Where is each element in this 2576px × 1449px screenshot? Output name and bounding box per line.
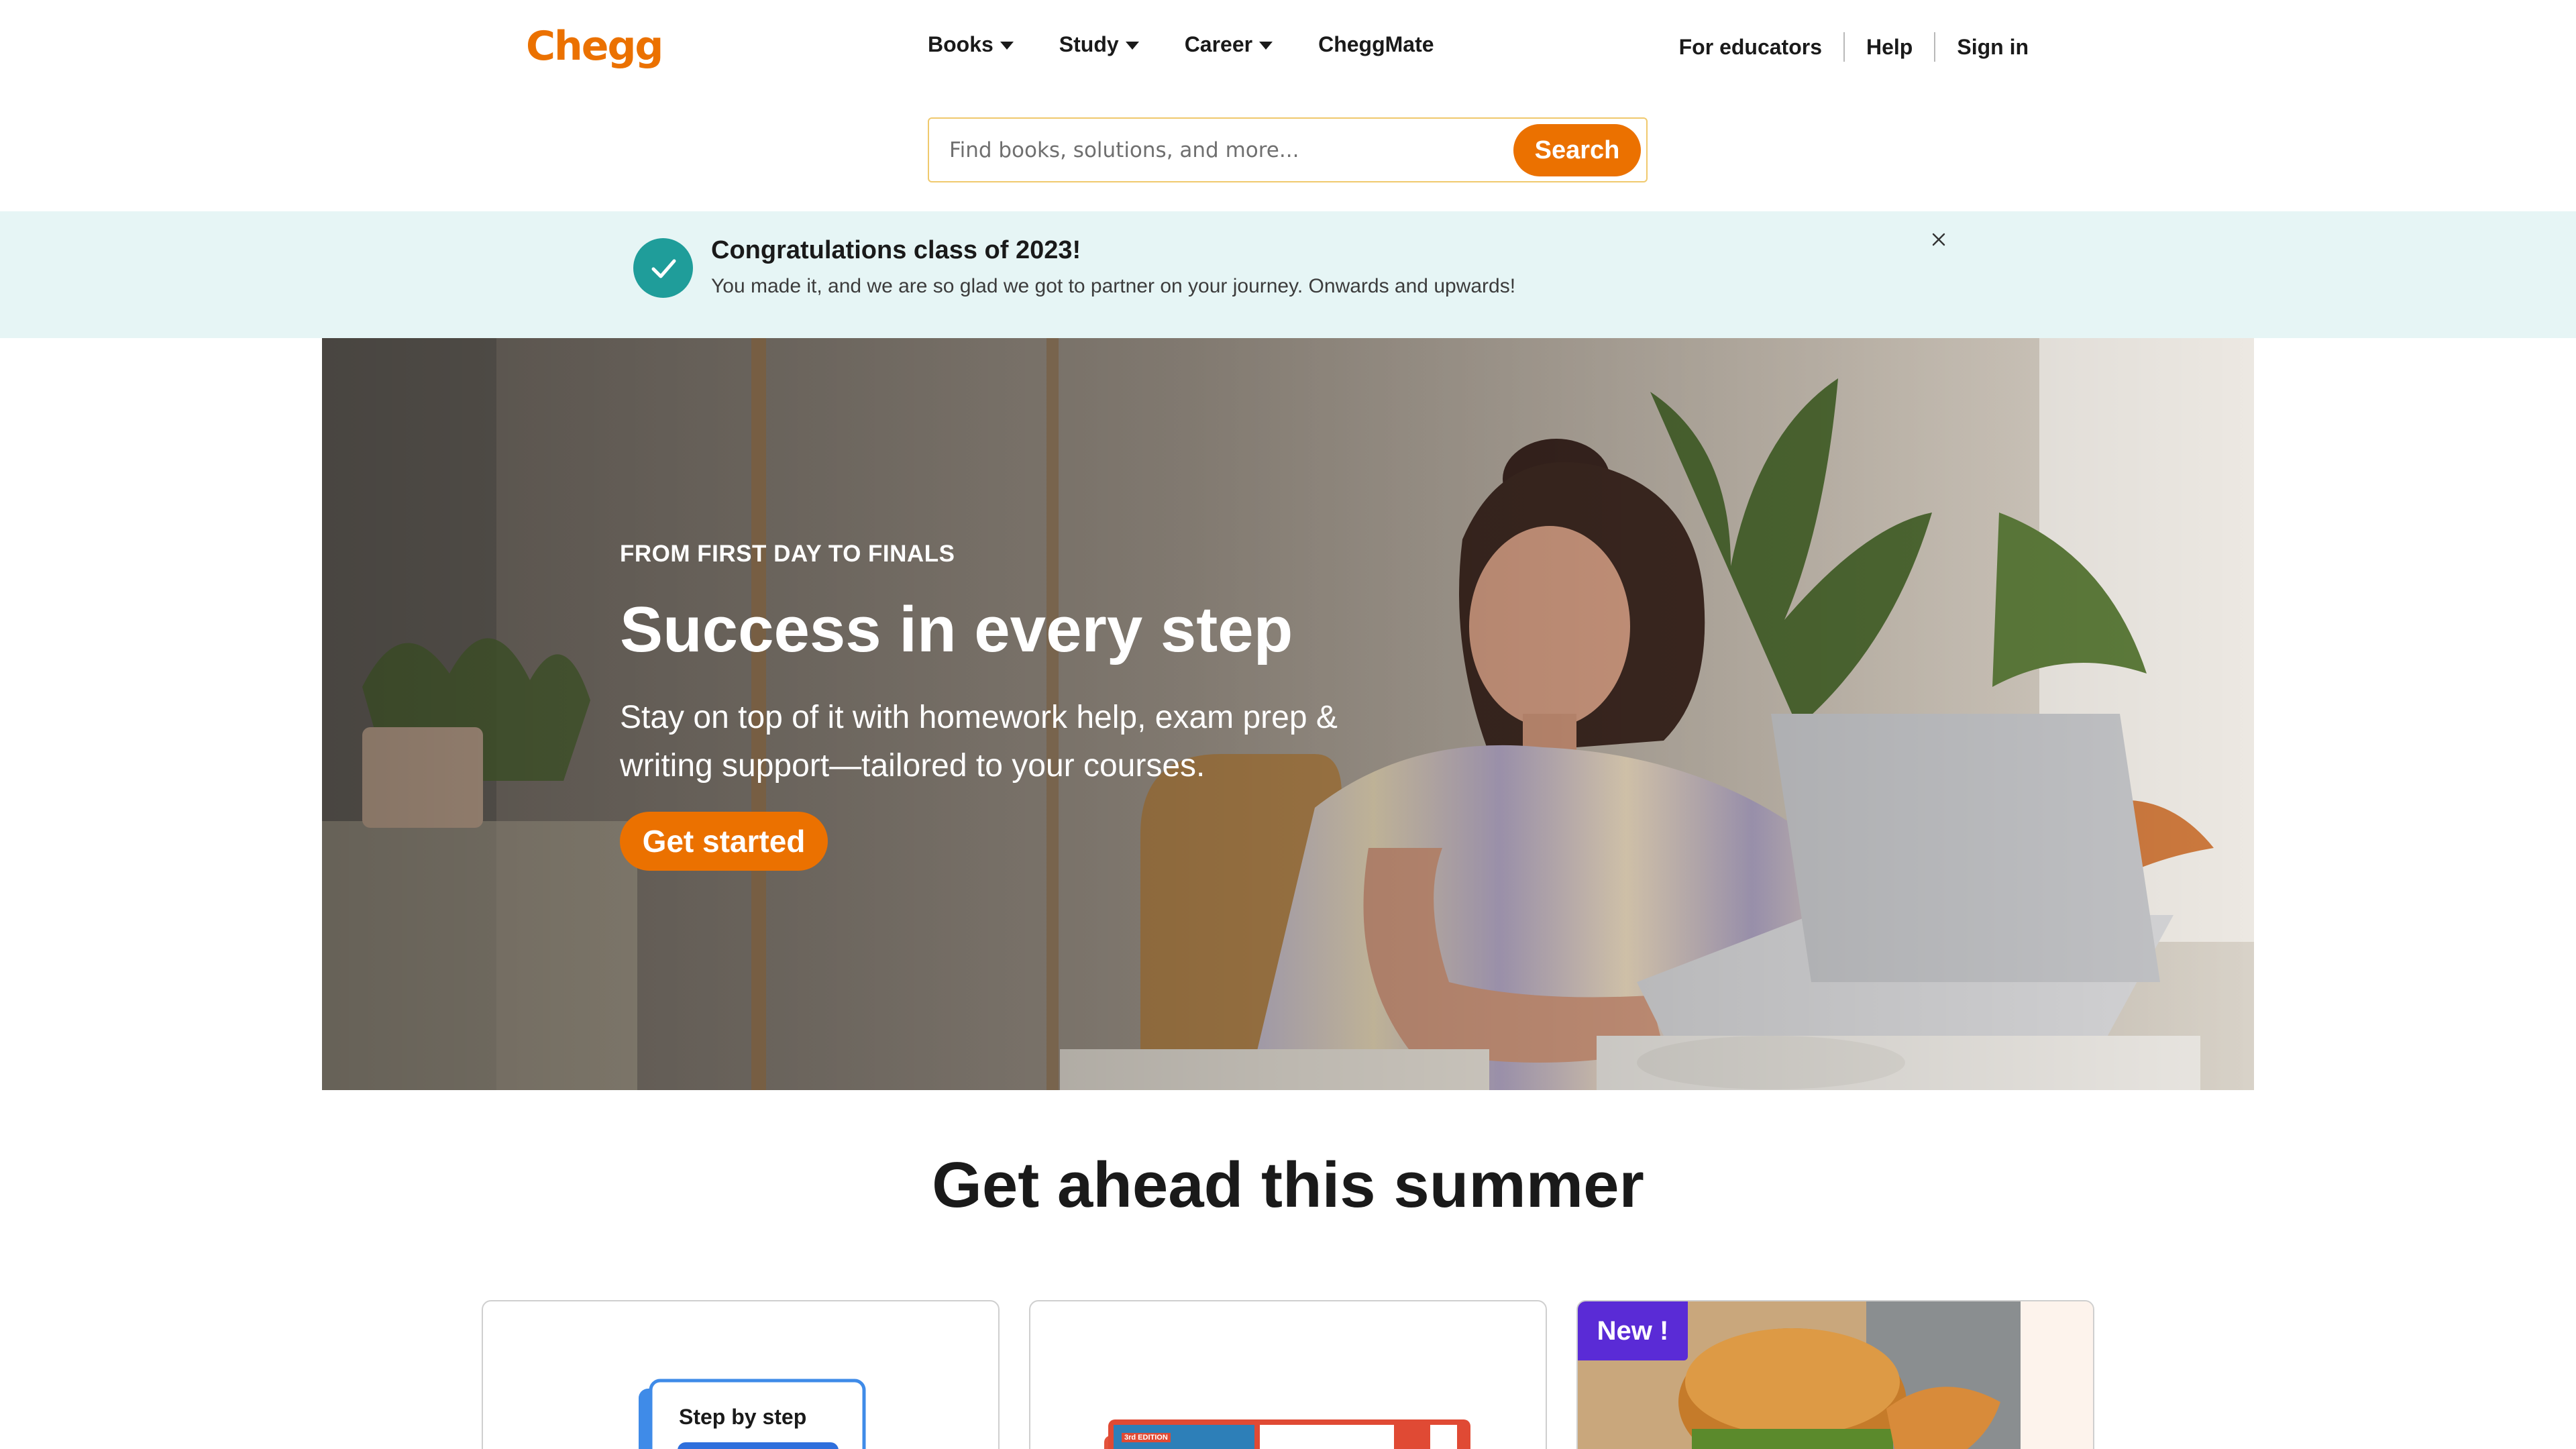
chegg-logo[interactable]: Chegg xyxy=(526,23,663,70)
checkmark-icon xyxy=(633,238,693,298)
hero-title: Success in every step xyxy=(620,594,1293,665)
search-button[interactable]: Search xyxy=(1513,124,1641,176)
for-educators-link[interactable]: For educators xyxy=(1679,35,1822,60)
caret-down-icon xyxy=(1125,41,1139,50)
hero-subtitle: Stay on top of it with homework help, ex… xyxy=(620,700,1338,784)
card-image-label: Step by step xyxy=(679,1405,807,1429)
nav-books[interactable]: Books xyxy=(928,32,1014,57)
promo-card[interactable]: New ! xyxy=(1576,1300,2094,1449)
get-started-button[interactable]: Get started xyxy=(620,812,828,871)
nav-career[interactable]: Career xyxy=(1185,32,1273,57)
caret-down-icon xyxy=(1259,41,1273,50)
textbook-illustration xyxy=(1104,1419,1470,1449)
search-bar: Search xyxy=(928,117,1648,182)
caret-down-icon xyxy=(1000,41,1014,50)
section-title: Get ahead this summer xyxy=(932,1149,1644,1221)
nav-cheggmate[interactable]: CheggMate xyxy=(1318,32,1434,57)
nav-study-label: Study xyxy=(1059,32,1119,56)
nav-cheggmate-label: CheggMate xyxy=(1318,32,1434,56)
divider xyxy=(1843,32,1845,62)
hero-eyebrow: FROM FIRST DAY TO FINALS xyxy=(620,541,955,567)
promo-card[interactable]: Step by step xyxy=(482,1300,1000,1449)
card-image-label: 3rd EDITION xyxy=(1122,1433,1171,1442)
divider xyxy=(1934,32,1936,62)
promo-card[interactable]: 3rd EDITION xyxy=(1029,1300,1547,1449)
nav-study[interactable]: Study xyxy=(1059,32,1139,57)
main-nav: Books Study Career CheggMate xyxy=(928,32,1480,57)
new-badge: New ! xyxy=(1578,1301,1688,1360)
close-icon[interactable] xyxy=(1925,226,1952,253)
utility-links: For educators Help Sign in xyxy=(1679,32,2029,62)
search-input[interactable] xyxy=(949,132,1479,168)
banner-text: You made it, and we are so glad we got t… xyxy=(711,275,1516,297)
nav-career-label: Career xyxy=(1184,32,1253,56)
hero: FROM FIRST DAY TO FINALS Success in ever… xyxy=(322,338,2254,1090)
sign-in-link[interactable]: Sign in xyxy=(1957,35,2029,60)
help-link[interactable]: Help xyxy=(1866,35,1913,60)
site-header: Chegg Books Study Career CheggMate For e… xyxy=(0,0,2576,182)
nav-books-label: Books xyxy=(928,32,994,56)
announcement-banner: Congratulations class of 2023! You made … xyxy=(0,211,2576,338)
banner-title: Congratulations class of 2023! xyxy=(711,236,1081,264)
